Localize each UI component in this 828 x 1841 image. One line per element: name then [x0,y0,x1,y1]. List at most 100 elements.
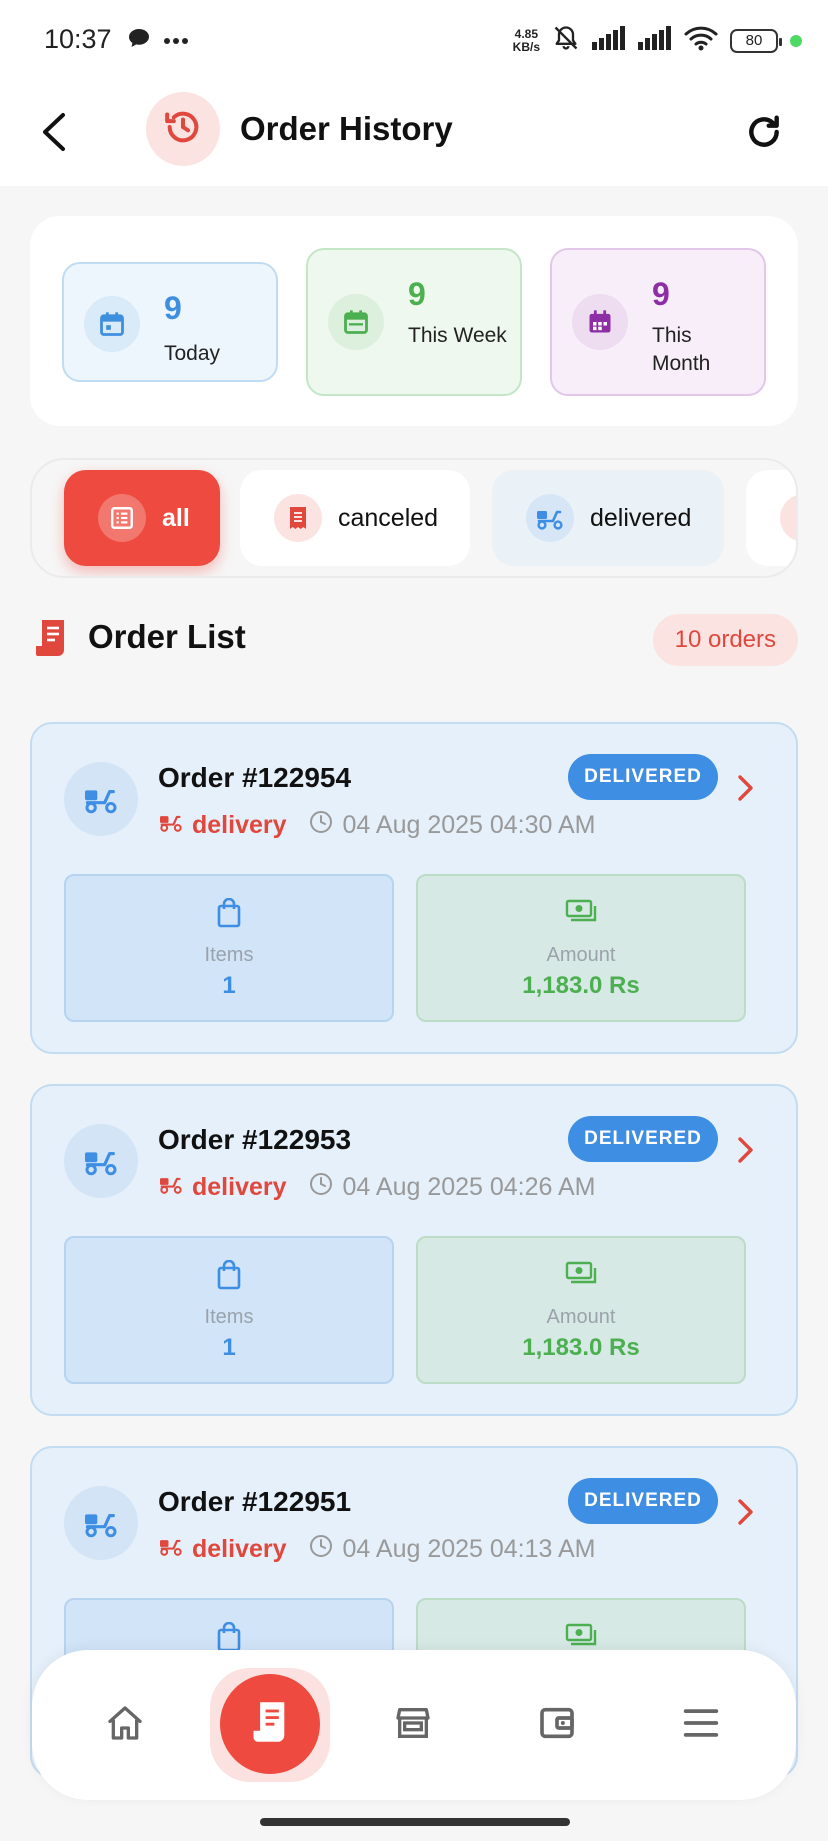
home-indicator[interactable] [260,1818,570,1826]
clock-icon [309,1172,333,1203]
items-value: 1 [222,972,236,999]
shopping-bag-icon [66,898,392,928]
tab-label: delivered [590,503,692,532]
order-items-box: Items 1 [64,874,394,1022]
status-dot [790,34,802,47]
battery-icon: 80 [730,28,782,53]
scooter-icon [64,762,138,836]
refresh-icon [745,113,783,156]
cash-icon [418,1622,744,1648]
order-type: delivery [192,1173,287,1201]
stat-today[interactable]: 9 Today [62,262,278,382]
tab-label: canceled [338,503,439,532]
scooter-icon [158,1535,184,1564]
home-icon [104,1703,146,1748]
history-icon-badge [146,92,220,166]
back-button[interactable] [24,104,84,164]
order-date: 04 Aug 2025 04:26 AM [342,1173,596,1201]
menu-icon [680,1706,722,1745]
order-list-header: Order List 10 orders [34,614,798,674]
order-date: 04 Aug 2025 04:30 AM [342,811,596,839]
history-icon [163,107,203,152]
status-left-icons [128,28,188,53]
status-bar: 10:37 4.85 KB/s 80 [0,0,828,80]
status-badge: DELIVERED [568,1116,718,1162]
mute-bell-icon [552,24,580,57]
more-dots-icon [164,32,188,50]
store-icon [392,1703,434,1748]
order-amount-box: Amount 1,183.0 Rs [416,1236,746,1384]
order-card[interactable]: Order #122954 delivery 04 Aug 2025 04:30… [30,722,798,1054]
stat-value: 9 [408,276,426,312]
nav-wallet[interactable] [522,1690,592,1760]
items-label: Items [204,1306,254,1328]
chevron-right-icon[interactable] [726,1130,766,1170]
order-amount-box: Amount 1,183.0 Rs [416,874,746,1022]
order-date: 04 Aug 2025 04:13 AM [342,1535,596,1563]
order-card[interactable]: Order #122953 delivery 04 Aug 2025 04:26… [30,1084,798,1416]
scooter-icon [158,1173,184,1202]
tab-all[interactable]: all [64,470,220,566]
app-header: Order History [0,80,828,186]
refresh-button[interactable] [734,104,794,164]
bottom-navigation [32,1650,796,1800]
stat-value: 9 [164,290,182,326]
receipt-icon [274,494,322,542]
page-title: Order History [240,110,453,147]
receipt-icon [780,494,796,542]
filter-tabs: all canceled delivered [30,458,798,578]
stat-this-week[interactable]: 9 This Week [306,248,522,396]
scooter-icon [158,811,184,840]
order-type: delivery [192,811,287,839]
back-arrow-icon [39,112,69,157]
clock-icon [309,810,333,841]
nav-home[interactable] [90,1690,160,1760]
scooter-icon [64,1486,138,1560]
scooter-icon [526,494,574,542]
status-time: 10:37 [44,24,112,54]
order-list-title: Order List [88,618,246,655]
tab-canceled[interactable]: canceled [240,470,470,566]
order-items-box: Items 1 [64,1236,394,1384]
shopping-bag-icon [66,1260,392,1290]
items-value: 1 [222,1334,236,1361]
order-meta: delivery 04 Aug 2025 04:26 AM [158,1172,596,1203]
receipt-icon [34,618,68,663]
order-meta: delivery 04 Aug 2025 04:30 AM [158,810,596,841]
clock-icon [309,1534,333,1565]
chevron-right-icon[interactable] [726,768,766,808]
wifi-icon [684,25,718,56]
stat-label: This Month [652,324,711,375]
order-count-badge: 10 orders [652,614,798,666]
shopping-bag-icon [66,1622,392,1652]
stat-this-month[interactable]: 9 This Month [550,248,766,396]
status-badge: DELIVERED [568,754,718,800]
amount-label: Amount [546,944,616,966]
nav-menu[interactable] [666,1690,736,1760]
scooter-icon [64,1124,138,1198]
net-speed: 4.85 KB/s [512,26,540,54]
cash-icon [418,898,744,924]
list-icon [98,494,146,542]
calendar-icon [572,294,628,350]
tab-delivered[interactable]: delivered [492,470,724,566]
nav-orders[interactable] [220,1674,320,1774]
amount-value: 1,183.0 Rs [522,972,640,999]
signal-icon [592,26,626,55]
amount-label: Amount [546,1306,616,1328]
stats-card: 9 Today 9 This Week 9 This Month [30,216,798,426]
order-title: Order #122951 [158,1486,352,1517]
calendar-icon [84,296,140,352]
status-badge: DELIVERED [568,1478,718,1524]
calendar-icon [328,294,384,350]
signal-icon [638,26,672,55]
order-meta: delivery 04 Aug 2025 04:13 AM [158,1534,596,1565]
receipt-icon [250,1700,290,1749]
tab-more[interactable] [746,470,796,566]
cash-icon [418,1260,744,1286]
amount-value: 1,183.0 Rs [522,1334,640,1361]
chevron-right-icon[interactable] [726,1492,766,1532]
nav-store[interactable] [378,1690,448,1760]
stat-label: Today [164,342,221,365]
status-right-icons: 4.85 KB/s 80 [513,24,802,57]
